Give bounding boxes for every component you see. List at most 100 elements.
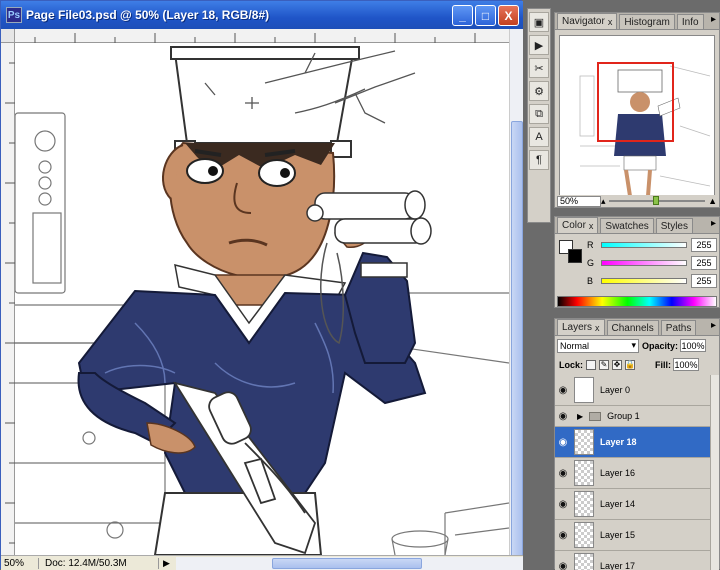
document-title: Page File03.psd @ 50% (Layer 18, RGB/8#) [26, 8, 269, 22]
layers-scrollbar[interactable] [710, 375, 719, 570]
color-spectrum-ramp[interactable] [557, 296, 717, 307]
layer-thumbnail [574, 460, 594, 486]
lock-all-icon[interactable]: 🔒 [625, 360, 635, 370]
tab-paths[interactable]: Paths [661, 320, 697, 335]
navigator-panel: Navigatorx Histogram Info ▸ 50% ▴ ▲ [554, 12, 720, 208]
navigator-view-box[interactable] [597, 62, 674, 142]
lock-fill-row: Lock: ✎ ✥ 🔒 Fill: 100% [557, 357, 717, 372]
lock-position-icon[interactable]: ✥ [612, 360, 622, 370]
channel-slider-r[interactable] [601, 242, 687, 248]
layers-tabs: Layersx Channels Paths ▸ [555, 319, 719, 336]
vertical-scroll-thumb[interactable] [511, 121, 523, 561]
horizontal-scroll-thumb[interactable] [272, 558, 422, 569]
layer-row-layer-15[interactable]: ◉ Layer 15 [555, 520, 719, 551]
channel-label: B [587, 276, 597, 286]
brush-preset-icon[interactable]: ⚙ [529, 81, 549, 101]
vertical-scrollbar[interactable] [509, 29, 523, 555]
boy-illustration [15, 43, 509, 555]
expand-triangle-icon[interactable]: ▶ [577, 412, 583, 421]
horizontal-scrollbar[interactable] [176, 557, 523, 570]
close-icon[interactable]: x [589, 221, 594, 231]
minimize-button[interactable]: _ [452, 5, 473, 26]
close-button[interactable]: X [498, 5, 519, 26]
paragraph-icon[interactable]: ¶ [529, 150, 549, 170]
color-panel: Colorx Swatches Styles ▸ R 255 G 255 B 2… [554, 216, 720, 308]
channel-slider-b[interactable] [601, 278, 687, 284]
layer-row-layer-14[interactable]: ◉ Layer 14 [555, 489, 719, 520]
navigator-tabs: Navigatorx Histogram Info ▸ [555, 13, 719, 30]
zoom-in-icon[interactable]: ▲ [708, 196, 717, 206]
layer-name: Layer 16 [600, 468, 635, 478]
layer-name: Layer 18 [600, 437, 637, 447]
status-menu-arrow-icon[interactable]: ▶ [163, 558, 170, 569]
panel-menu-icon[interactable]: ▸ [711, 320, 716, 331]
channel-value-b[interactable]: 255 [691, 274, 717, 288]
eye-icon[interactable]: ◉ [555, 437, 571, 448]
blend-mode-select[interactable]: Normal▾ [557, 339, 639, 353]
fill-input[interactable]: 100% [673, 358, 699, 371]
close-icon[interactable]: x [608, 17, 613, 27]
navigator-zoom-input[interactable]: 50% [557, 196, 601, 207]
panel-menu-icon[interactable]: ▸ [711, 218, 716, 229]
channel-value-g[interactable]: 255 [691, 256, 717, 270]
document-size: Doc: 12.4M/50.3M [39, 558, 159, 569]
play-icon[interactable]: ▶ [529, 35, 549, 55]
eye-icon[interactable]: ◉ [555, 385, 571, 396]
layer-thumbnail [574, 522, 594, 548]
zoom-slider[interactable] [609, 200, 706, 202]
layer-row-layer-17[interactable]: ◉ Layer 17 [555, 551, 719, 570]
tab-layers[interactable]: Layersx [557, 319, 605, 335]
clone-icon[interactable]: ⧉ [529, 104, 549, 124]
eye-icon[interactable]: ◉ [555, 499, 571, 510]
tab-channels[interactable]: Channels [607, 320, 659, 335]
document-window: Ps Page File03.psd @ 50% (Layer 18, RGB/… [0, 0, 522, 569]
zoom-out-icon[interactable]: ▴ [601, 196, 606, 207]
lock-image-icon[interactable]: ✎ [599, 360, 609, 370]
character-icon[interactable]: A [529, 127, 549, 147]
tab-swatches[interactable]: Swatches [600, 218, 653, 233]
eye-icon[interactable]: ◉ [555, 530, 571, 541]
color-channel-b: B 255 [587, 274, 719, 288]
layer-name: Layer 15 [600, 530, 635, 540]
tools-icon[interactable]: ✂ [529, 58, 549, 78]
vertical-ruler[interactable] [1, 43, 15, 555]
document-titlebar[interactable]: Ps Page File03.psd @ 50% (Layer 18, RGB/… [1, 1, 523, 29]
eye-icon[interactable]: ◉ [555, 411, 571, 422]
layers-panel: Layersx Channels Paths ▸ Normal▾ Opacity… [554, 318, 720, 569]
channel-value-r[interactable]: 255 [691, 238, 717, 252]
layer-row-layer-0[interactable]: ◉ Layer 0 [555, 375, 719, 406]
tab-styles[interactable]: Styles [656, 218, 693, 233]
chevron-down-icon: ▾ [631, 340, 636, 351]
status-bar: 50% Doc: 12.4M/50.3M ▶ [1, 555, 523, 570]
navigate-icon[interactable]: ▣ [529, 12, 549, 32]
navigator-preview[interactable] [559, 35, 715, 205]
ruler-corner[interactable] [1, 29, 15, 43]
layer-row-group-1[interactable]: ◉ ▶ Group 1 [555, 406, 719, 427]
horizontal-ruler[interactable] [15, 29, 509, 43]
tab-navigator[interactable]: Navigatorx [557, 13, 617, 29]
zoom-level[interactable]: 50% [1, 558, 39, 569]
opacity-label: Opacity: [642, 341, 678, 351]
canvas-artwork[interactable] [15, 43, 509, 555]
lock-transparency-icon[interactable] [586, 360, 596, 370]
layer-row-layer-16[interactable]: ◉ Layer 16 [555, 458, 719, 489]
layer-thumbnail [574, 553, 594, 570]
ruler-ticks-top [15, 29, 509, 43]
color-tabs: Colorx Swatches Styles ▸ [555, 217, 719, 234]
tab-color[interactable]: Colorx [557, 217, 598, 233]
maximize-button[interactable]: □ [475, 5, 496, 26]
layer-name: Layer 0 [600, 385, 630, 395]
layer-row-layer-18[interactable]: ◉ Layer 18 [555, 427, 719, 458]
tab-info[interactable]: Info [677, 14, 704, 29]
tab-histogram[interactable]: Histogram [619, 14, 675, 29]
panel-menu-icon[interactable]: ▸ [711, 14, 716, 25]
background-color-swatch[interactable] [568, 249, 582, 263]
opacity-input[interactable]: 100% [680, 339, 706, 352]
channel-label: G [587, 258, 597, 268]
channel-slider-g[interactable] [601, 260, 687, 266]
zoom-slider-knob[interactable] [653, 196, 659, 205]
navigator-zoom-controls: 50% ▴ ▲ [557, 195, 717, 207]
close-icon[interactable]: x [595, 323, 600, 333]
eye-icon[interactable]: ◉ [555, 468, 571, 479]
fill-label: Fill: [655, 360, 671, 370]
